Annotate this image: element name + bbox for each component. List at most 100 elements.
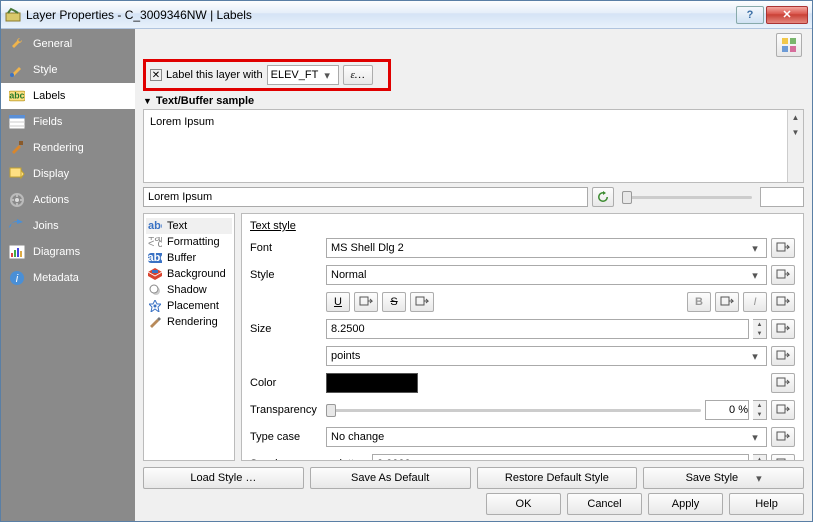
font-style-buttons-row: U S B I bbox=[250, 292, 795, 312]
color-override-button[interactable] bbox=[771, 373, 795, 393]
category-text[interactable]: abc Text bbox=[146, 218, 232, 234]
category-formatting[interactable]: +ab< c Formatting bbox=[146, 234, 232, 250]
size-override-button[interactable] bbox=[771, 319, 795, 339]
transparency-row: Transparency 0 % ▲▼ bbox=[250, 400, 795, 420]
sidebar-item-actions[interactable]: Actions bbox=[1, 187, 135, 213]
category-rendering[interactable]: Rendering bbox=[146, 314, 232, 330]
sidebar-item-style[interactable]: Style bbox=[1, 57, 135, 83]
labels-icon: abc bbox=[9, 88, 25, 104]
save-default-button[interactable]: Save As Default bbox=[310, 467, 471, 489]
sample-section-header[interactable]: ▼ Text/Buffer sample bbox=[143, 95, 804, 107]
strikeout-button[interactable]: S bbox=[382, 292, 406, 312]
sidebar-item-labels[interactable]: abc Labels bbox=[1, 83, 135, 109]
style-override-button[interactable] bbox=[771, 265, 795, 285]
wrench-icon bbox=[9, 36, 25, 52]
typecase-row: Type case No change ▾ bbox=[250, 427, 795, 447]
font-combo[interactable]: MS Shell Dlg 2 ▾ bbox=[326, 238, 767, 258]
brush-icon bbox=[9, 62, 25, 78]
sample-scrollbar[interactable]: ▲ ▼ bbox=[787, 110, 803, 182]
shadow-icon bbox=[148, 284, 162, 296]
label-with-text: Label this layer with bbox=[166, 69, 263, 81]
typecase-combo[interactable]: No change ▾ bbox=[326, 427, 767, 447]
sample-text-input[interactable]: Lorem Ipsum bbox=[143, 187, 588, 207]
bold-button[interactable]: B bbox=[687, 292, 711, 312]
enable-labels-checkbox[interactable]: ✕ bbox=[150, 69, 162, 81]
italic-override-button[interactable] bbox=[771, 292, 795, 312]
typecase-override-button[interactable] bbox=[771, 427, 795, 447]
window: Layer Properties - C_3009346NW | Labels … bbox=[0, 0, 813, 522]
sidebar-item-metadata[interactable]: i Metadata bbox=[1, 265, 135, 291]
sidebar-item-label: Actions bbox=[33, 194, 69, 206]
placement-icon bbox=[148, 300, 162, 312]
size-unit-combo[interactable]: points ▾ bbox=[326, 346, 767, 366]
render-brush-icon bbox=[9, 140, 25, 156]
sidebar-item-general[interactable]: General bbox=[1, 31, 135, 57]
transparency-slider[interactable] bbox=[326, 409, 701, 412]
italic-button[interactable]: I bbox=[743, 292, 767, 312]
chevron-down-icon: ▾ bbox=[748, 242, 762, 255]
category-shadow[interactable]: Shadow bbox=[146, 282, 232, 298]
strikeout-override-button[interactable] bbox=[410, 292, 434, 312]
refresh-sample-button[interactable] bbox=[592, 187, 614, 207]
sidebar-item-display[interactable]: Display bbox=[1, 161, 135, 187]
help-button[interactable]: ? bbox=[736, 6, 764, 24]
svg-text:< c: < c bbox=[148, 238, 162, 247]
size-unit-override-button[interactable] bbox=[771, 346, 795, 366]
size-spin-buttons[interactable]: ▲▼ bbox=[753, 319, 767, 339]
chevron-down-icon: ▾ bbox=[320, 69, 335, 82]
sidebar-item-fields[interactable]: Fields bbox=[1, 109, 135, 135]
scroll-up-icon: ▲ bbox=[788, 110, 803, 125]
load-style-button[interactable]: Load Style … bbox=[143, 467, 304, 489]
transparency-spinbox[interactable]: 0 % bbox=[705, 400, 749, 420]
spacing-letter-spinbox[interactable]: 0.0000 bbox=[372, 454, 749, 461]
style-buttons-row: Load Style … Save As Default Restore Def… bbox=[143, 467, 804, 489]
cancel-button[interactable]: Cancel bbox=[567, 493, 642, 515]
ok-button[interactable]: OK bbox=[486, 493, 561, 515]
text-icon: abc bbox=[148, 220, 162, 232]
apply-button[interactable]: Apply bbox=[648, 493, 723, 515]
svg-text:abc: abc bbox=[148, 253, 162, 263]
size-unit-row: points ▾ bbox=[250, 346, 795, 366]
scroll-down-icon: ▼ bbox=[788, 125, 803, 140]
expression-button[interactable]: ε… bbox=[343, 65, 373, 85]
label-with-row: ✕ Label this layer with ELEV_FT ▾ ε… bbox=[143, 59, 391, 91]
sample-size-slider[interactable] bbox=[622, 196, 752, 199]
window-buttons: ? ✕ bbox=[734, 6, 808, 24]
style-label: Style bbox=[250, 269, 322, 281]
font-override-button[interactable] bbox=[771, 238, 795, 258]
category-placement[interactable]: Placement bbox=[146, 298, 232, 314]
sidebar-item-label: General bbox=[33, 38, 72, 50]
label-field-combo[interactable]: ELEV_FT ▾ bbox=[267, 65, 339, 85]
sidebar-item-joins[interactable]: Joins bbox=[1, 213, 135, 239]
sidebar-item-rendering[interactable]: Rendering bbox=[1, 135, 135, 161]
joins-icon bbox=[9, 218, 25, 234]
style-manager-button[interactable] bbox=[776, 33, 802, 57]
size-spinbox[interactable]: 8.2500 bbox=[326, 319, 749, 339]
style-combo[interactable]: Normal ▾ bbox=[326, 265, 767, 285]
typecase-label: Type case bbox=[250, 431, 322, 443]
restore-default-button[interactable]: Restore Default Style bbox=[477, 467, 638, 489]
bold-override-button[interactable] bbox=[715, 292, 739, 312]
sample-background-color[interactable] bbox=[760, 187, 804, 207]
titlebar: Layer Properties - C_3009346NW | Labels … bbox=[1, 1, 812, 29]
slider-thumb-icon bbox=[622, 191, 632, 204]
sidebar-item-label: Rendering bbox=[33, 142, 84, 154]
color-picker[interactable] bbox=[326, 373, 418, 393]
save-style-button[interactable]: Save Style▾ bbox=[643, 467, 804, 489]
category-background[interactable]: Background bbox=[146, 266, 232, 282]
underline-button[interactable]: U bbox=[326, 292, 350, 312]
sidebar-item-diagrams[interactable]: Diagrams bbox=[1, 239, 135, 265]
close-button[interactable]: ✕ bbox=[766, 6, 808, 24]
category-buffer[interactable]: abc Buffer bbox=[146, 250, 232, 266]
size-row: Size 8.2500 ▲▼ bbox=[250, 319, 795, 339]
triangle-down-icon: ▼ bbox=[143, 96, 152, 106]
spacing-letter-override-button[interactable] bbox=[771, 454, 795, 461]
help-button[interactable]: Help bbox=[729, 493, 804, 515]
transparency-spin-buttons[interactable]: ▲▼ bbox=[753, 400, 767, 420]
label-field-value: ELEV_FT bbox=[271, 69, 320, 81]
underline-override-button[interactable] bbox=[354, 292, 378, 312]
font-label: Font bbox=[250, 242, 322, 254]
spacing-letter-spin-buttons[interactable]: ▲▼ bbox=[753, 454, 767, 461]
transparency-override-button[interactable] bbox=[771, 400, 795, 420]
info-icon: i bbox=[9, 270, 25, 286]
